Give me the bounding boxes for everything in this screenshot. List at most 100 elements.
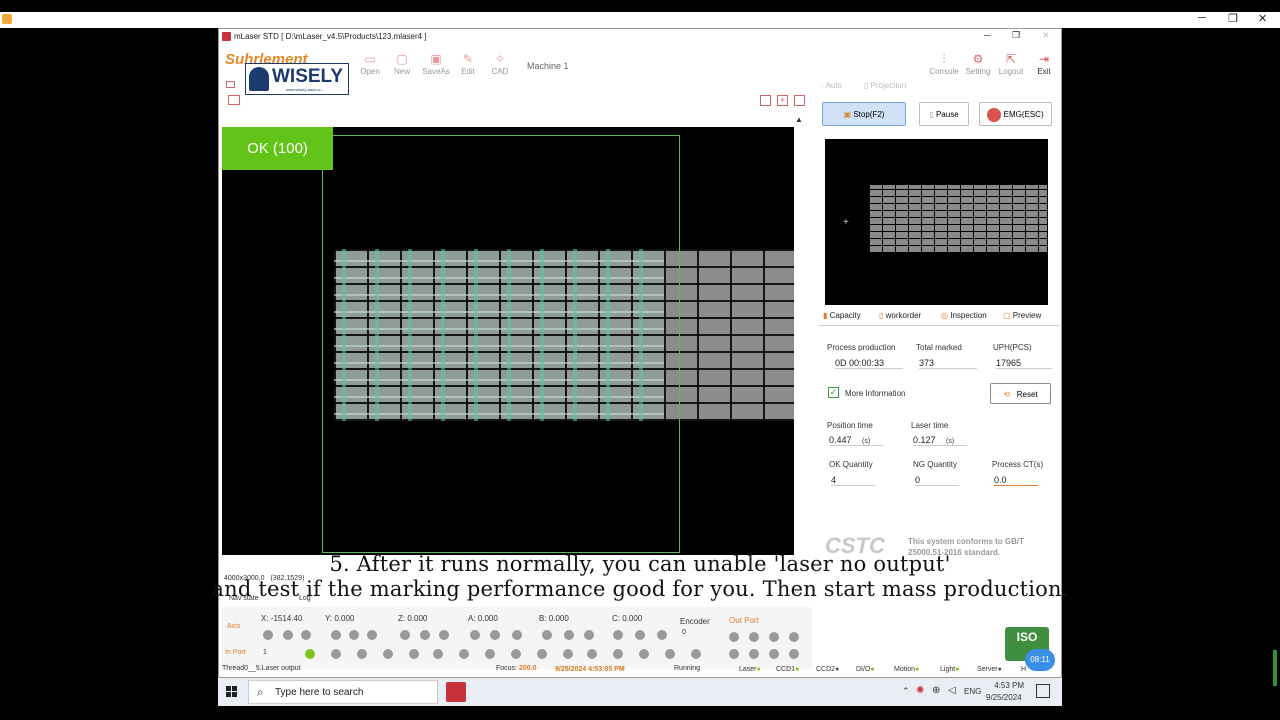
scroll-up-icon[interactable]: ▲ [795,115,803,124]
a-jog-plus[interactable] [512,630,522,640]
x-jog-plus[interactable] [301,630,311,640]
edit-label: Edit [461,67,475,76]
close-button[interactable]: ✕ [1042,30,1050,41]
network-icon[interactable]: ⊕ [932,685,940,696]
out-port-4[interactable] [729,649,739,659]
tray-app-icon[interactable]: ✺ [916,685,924,696]
server-dot: ● [997,666,1002,673]
out-port-3[interactable] [789,632,799,642]
tab-workorder[interactable]: ▯ workorder [879,311,921,320]
projection-mode[interactable]: ▯ Projection [864,81,906,90]
host-close-button[interactable]: ✕ [1258,12,1267,25]
out-port-2[interactable] [769,632,779,642]
open-button[interactable]: ▭ Open [353,51,387,91]
logout-button[interactable]: ⇱ Logout [994,51,1028,91]
clock-time[interactable]: 4:53 PM [990,681,1024,690]
y-jog-home[interactable] [349,630,359,640]
y-jog-plus[interactable] [367,630,377,640]
minimize-button[interactable]: ─ [984,30,990,40]
b-jog-minus[interactable] [542,630,552,640]
in-port-11 [587,649,597,659]
light-status: Light● [940,666,959,673]
c-jog-home[interactable] [635,630,645,640]
bars-icon: ▮ [823,311,828,320]
out-port-7[interactable] [789,649,799,659]
uph-label: UPH(PCS) [993,343,1032,352]
thread-status: Thread0__5.Laser output [222,665,301,672]
gear-icon: ⚙ [972,52,984,66]
mlaser-taskbar-icon[interactable] [446,682,466,702]
tab-preview[interactable]: ▢ Preview [1003,311,1041,320]
more-info-checkbox[interactable]: ✓ [828,387,839,398]
pause-button[interactable]: ▯ Pause [919,102,969,126]
maximize-button[interactable]: ❐ [1012,30,1020,41]
in-port-label: In Port [225,649,246,656]
timer-bubble[interactable]: 08:11 [1025,649,1055,671]
z-jog-home[interactable] [420,630,430,640]
out-port-1[interactable] [749,632,759,642]
out-port-6[interactable] [769,649,779,659]
cstc-line1: This system conforms to GB/T [908,537,1025,546]
window-title-bar: mLaser STD [ D:\mLaser_v4.5\Products\123… [219,29,1061,45]
console-button[interactable]: ⫶ Console [927,51,961,91]
clock-date[interactable]: 9/25/2024 [986,693,1022,702]
out-port-5[interactable] [749,649,759,659]
z-jog-plus[interactable] [439,630,449,640]
tab-inspection[interactable]: ◎ Inspection [941,311,987,320]
saveas-button[interactable]: ▣ SaveAs [419,51,453,91]
new-button[interactable]: ▢ New [385,51,419,91]
z-jog-minus[interactable] [400,630,410,640]
encoder-value: 0 [682,629,686,636]
crosshair-icon: + [843,217,849,228]
camera-icon[interactable] [794,95,805,106]
ccd2-label: CCD2 [816,666,836,673]
notification-icon[interactable] [1036,684,1050,698]
stop-icon: ▣ [843,110,852,119]
search-placeholder: Type here to search [275,687,364,698]
auto-mode[interactable]: ◌ Auto [819,81,842,90]
host-maximize-button[interactable]: ❐ [1228,12,1238,25]
a-jog-home[interactable] [490,630,500,640]
trash-icon: ▯ [879,311,884,320]
x-jog-minus[interactable] [263,630,273,640]
b-jog-home[interactable] [564,630,574,640]
dio-dot: ● [870,666,875,673]
edit-button[interactable]: ✎ Edit [451,51,485,91]
b-axis-value: B: 0.000 [539,614,569,623]
host-minimize-button[interactable]: ─ [1198,12,1206,24]
logout-label: Logout [998,67,1024,76]
windows-start-icon[interactable] [226,686,238,698]
tab-capacity[interactable]: ▮ Capacity [823,311,861,320]
x-jog-home[interactable] [283,630,293,640]
y-jog-minus[interactable] [331,630,341,640]
axis-label: Axis [227,623,241,630]
a-jog-minus[interactable] [470,630,480,640]
stop-button[interactable]: ▣ Stop(F2) [822,102,906,126]
total-marked-label: Total marked [916,343,962,352]
fit-view-icon[interactable] [760,95,771,106]
c-jog-minus[interactable] [613,630,623,640]
out-port-0[interactable] [729,632,739,642]
b-jog-plus[interactable] [584,630,594,640]
c-jog-plus[interactable] [657,630,667,640]
process-ct-value: 0.0 [994,475,1038,486]
cad-button[interactable]: ✧ CAD [483,51,517,91]
app-icon [222,32,231,41]
camera-viewport[interactable]: OK (100) [222,127,794,555]
language-indicator[interactable]: ENG [964,687,981,696]
reset-button[interactable]: ⟲ Reset [990,383,1051,404]
ng-qty-label: NG Quantity [913,460,958,469]
projection-label: Projection [870,81,907,90]
emg-button[interactable]: EMG(ESC) [979,102,1052,126]
layer-icon[interactable] [228,95,240,105]
laser-time-number: 0.127 [913,435,936,445]
volume-icon[interactable]: ◁ [948,685,956,696]
tray-chevron-icon[interactable]: ⌃ [902,686,910,697]
taskbar-search[interactable]: ⌕ Type here to search [248,680,438,704]
zoom-in-icon[interactable]: + [777,95,788,106]
exit-button[interactable]: ⇥ Exit [1027,51,1061,91]
setting-button[interactable]: ⚙ Setting [961,51,995,91]
image-icon[interactable] [226,81,235,88]
sliders-icon: ⫶ [942,52,946,66]
tab-inspection-label: Inspection [950,311,987,320]
